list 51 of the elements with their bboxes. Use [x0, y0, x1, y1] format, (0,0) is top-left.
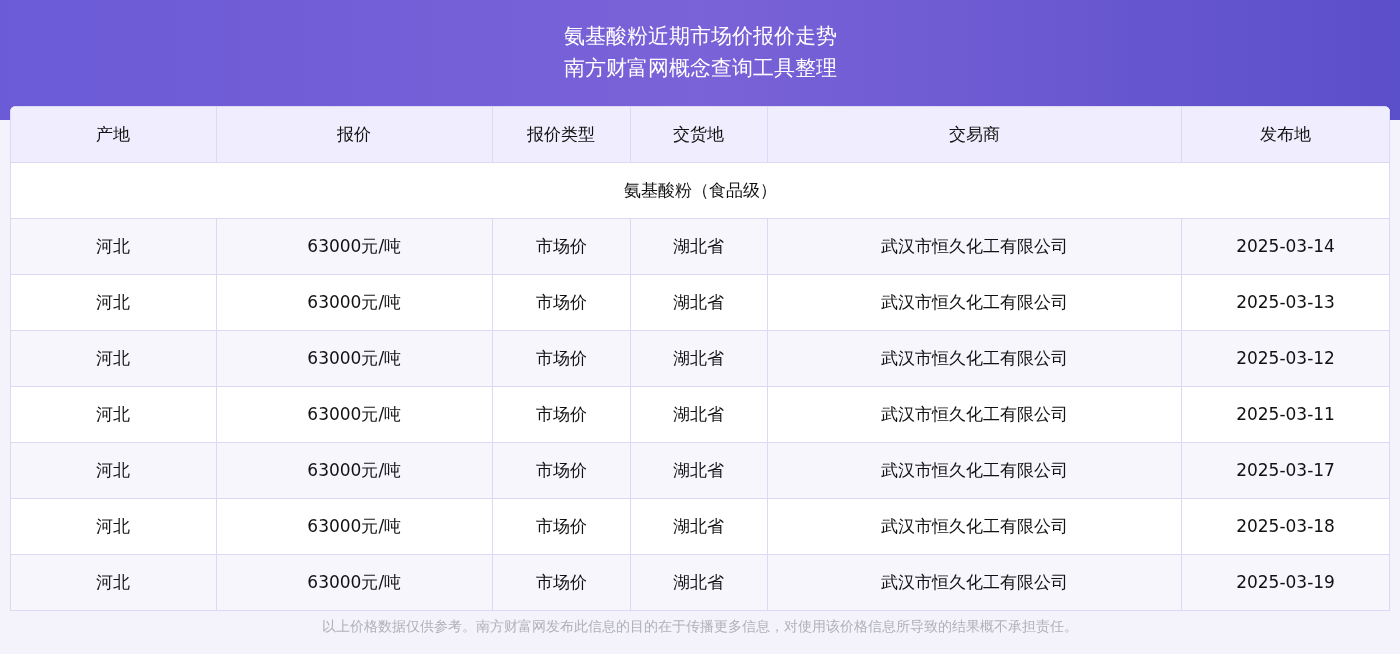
column-header: 产地 — [10, 106, 217, 163]
table-cell: 63000元/吨 — [216, 554, 493, 611]
table-cell: 湖北省 — [630, 274, 768, 331]
table-cell: 63000元/吨 — [216, 274, 493, 331]
page-title: 氨基酸粉近期市场价报价走势 — [563, 23, 837, 50]
table-cell: 湖北省 — [630, 330, 768, 387]
table-cell: 河北 — [10, 498, 217, 555]
table-cell: 2025-03-11 — [1181, 386, 1390, 443]
table-cell: 市场价 — [492, 218, 631, 275]
table-cell: 2025-03-18 — [1181, 498, 1390, 555]
table-cell: 武汉市恒久化工有限公司 — [767, 554, 1182, 611]
column-header: 报价 — [216, 106, 493, 163]
table-cell: 河北 — [10, 386, 217, 443]
table-cell: 市场价 — [492, 274, 631, 331]
table-cell: 市场价 — [492, 386, 631, 443]
table-cell: 63000元/吨 — [216, 330, 493, 387]
table-cell: 湖北省 — [630, 218, 768, 275]
table-cell: 2025-03-14 — [1181, 218, 1390, 275]
page-title: 南方财富网概念查询工具整理 — [563, 55, 837, 82]
table-cell: 湖北省 — [630, 386, 768, 443]
table-cell: 63000元/吨 — [216, 442, 493, 499]
table-cell: 2025-03-19 — [1181, 554, 1390, 611]
group-row: 氨基酸粉（食品级） — [10, 162, 1390, 219]
table-cell: 2025-03-12 — [1181, 330, 1390, 387]
table-cell: 武汉市恒久化工有限公司 — [767, 386, 1182, 443]
table-cell: 湖北省 — [630, 554, 768, 611]
table-cell: 河北 — [10, 330, 217, 387]
table-cell: 河北 — [10, 442, 217, 499]
table-cell: 武汉市恒久化工有限公司 — [767, 218, 1182, 275]
table-cell: 武汉市恒久化工有限公司 — [767, 274, 1182, 331]
table-cell: 湖北省 — [630, 442, 768, 499]
table-cell: 武汉市恒久化工有限公司 — [767, 330, 1182, 387]
table-cell: 武汉市恒久化工有限公司 — [767, 498, 1182, 555]
column-header: 发布地 — [1181, 106, 1390, 163]
table-cell: 武汉市恒久化工有限公司 — [767, 442, 1182, 499]
table-cell: 市场价 — [492, 554, 631, 611]
table-cell: 河北 — [10, 554, 217, 611]
table-cell: 63000元/吨 — [216, 218, 493, 275]
table-cell: 河北 — [10, 274, 217, 331]
table-cell: 63000元/吨 — [216, 498, 493, 555]
table-cell: 2025-03-17 — [1181, 442, 1390, 499]
table-cell: 市场价 — [492, 330, 631, 387]
table-cell: 湖北省 — [630, 498, 768, 555]
table-cell: 河北 — [10, 218, 217, 275]
table-cell: 市场价 — [492, 442, 631, 499]
table-cell: 市场价 — [492, 498, 631, 555]
column-header: 交易商 — [767, 106, 1182, 163]
table-cell: 2025-03-13 — [1181, 274, 1390, 331]
column-header: 报价类型 — [492, 106, 631, 163]
column-header: 交货地 — [630, 106, 768, 163]
table-cell: 63000元/吨 — [216, 386, 493, 443]
